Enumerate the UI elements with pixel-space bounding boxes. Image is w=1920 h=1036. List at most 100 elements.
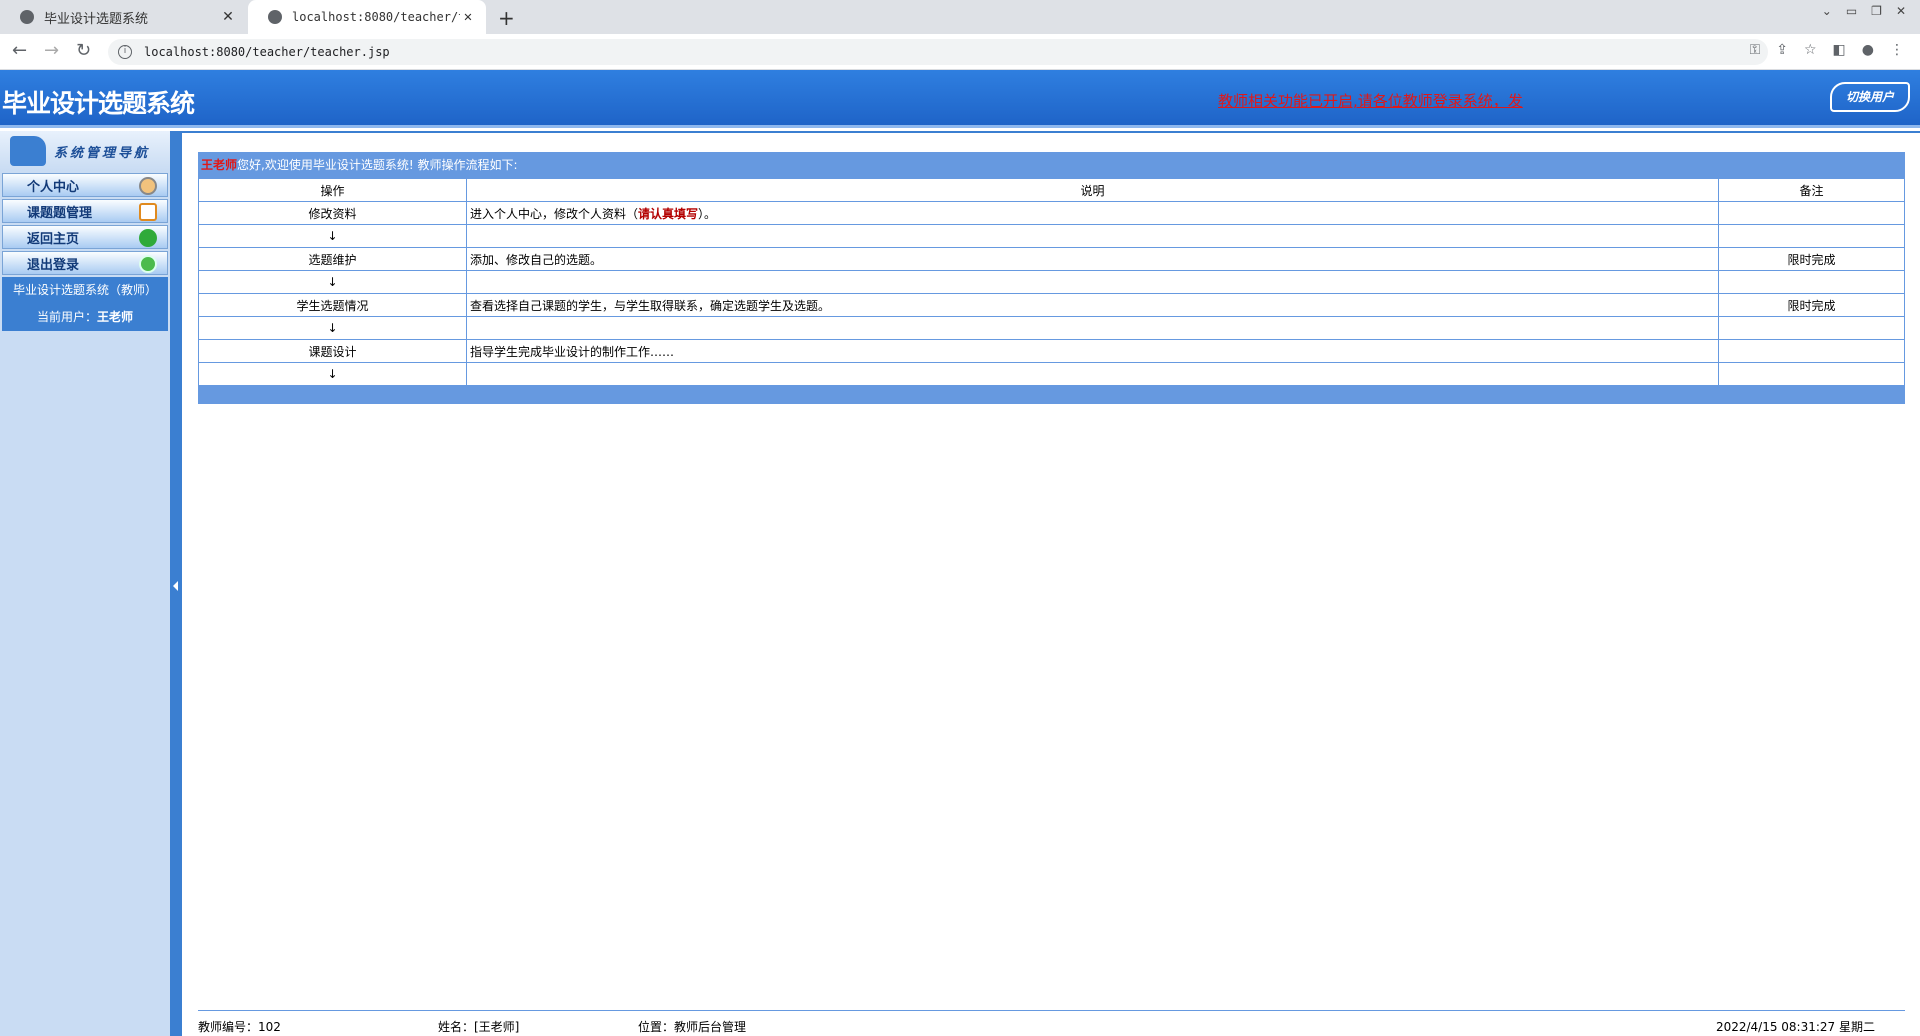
note-cell	[1718, 224, 1905, 248]
new-tab-icon[interactable]: +	[498, 6, 515, 30]
system-label: 毕业设计选题系统（教师）	[12, 283, 157, 297]
sidebar-item-label: 课题题管理	[27, 205, 93, 221]
table-header-row: 操作 说明 备注	[198, 178, 1905, 202]
table-row: ↓	[198, 362, 1905, 386]
table-row: 修改资料 进入个人中心，修改个人资料（请认真填写）。	[198, 201, 1905, 225]
status-footer: 教师编号：102 姓名：[王老师] 位置：教师后台管理 2022/4/15 08…	[198, 1016, 1905, 1036]
op-cell: 修改资料	[198, 201, 467, 225]
table-row: 课题设计 指导学生完成毕业设计的制作工作……	[198, 339, 1905, 363]
welcome-bar: 王老师您好,欢迎使用毕业设计选题系统! 教师操作流程如下:	[198, 152, 1905, 178]
minimize-icon[interactable]: ▭	[1846, 4, 1857, 18]
sidebar-item-logout[interactable]: 退出登录	[2, 251, 168, 275]
panel-footer-bar	[198, 386, 1905, 404]
url-text: localhost:8080/teacher/teacher.jsp	[144, 45, 390, 59]
sidebar-item-label: 返回主页	[27, 231, 80, 247]
main-content: 王老师您好,欢迎使用毕业设计选题系统! 教师操作流程如下: 操作 说明 备注 修…	[182, 131, 1920, 1036]
greeting-name: 王老师	[201, 158, 238, 172]
refresh-icon	[139, 229, 157, 247]
star-icon[interactable]: ☆	[1804, 42, 1817, 58]
forward-icon[interactable]: →	[44, 40, 59, 61]
current-user-prefix: 当前用户：	[36, 310, 97, 324]
sidebar: 系统管理导航 个人中心 课题题管理 返回主页 退出登录 毕业设计选题系统（教师）…	[0, 131, 170, 1036]
location: 位置：教师后台管理	[638, 1020, 747, 1034]
desc-cell: 查看选择自己课题的学生，与学生取得联系，确定选题学生及选题。	[466, 293, 1719, 317]
share-icon[interactable]: ⇪	[1776, 42, 1788, 58]
sidepanel-icon[interactable]: ◧	[1833, 42, 1846, 58]
tab-title: 毕业设计选题系统	[44, 11, 149, 27]
desc-cell	[466, 270, 1719, 294]
computer-icon	[10, 136, 46, 166]
sidebar-item-label: 个人中心	[27, 179, 80, 195]
note-cell	[1718, 362, 1905, 386]
flow-panel: 王老师您好,欢迎使用毕业设计选题系统! 教师操作流程如下: 操作 说明 备注 修…	[198, 152, 1905, 404]
browser-tab-bar: 毕业设计选题系统 ✕ localhost:8080/teacher/teache…	[0, 0, 1920, 34]
sidebar-item-label: 退出登录	[27, 257, 80, 273]
browser-tab-active[interactable]: localhost:8080/teacher/teacher.jsp ✕	[248, 0, 486, 34]
teacher-name: 姓名：[王老师]	[438, 1020, 520, 1034]
collapse-arrow-icon[interactable]	[173, 581, 178, 591]
column-header: 备注	[1718, 178, 1905, 202]
flow-table: 操作 说明 备注 修改资料 进入个人中心，修改个人资料（请认真填写）。 ↓ 选题维护添…	[198, 178, 1905, 386]
footer-divider	[198, 1010, 1905, 1011]
browser-tab[interactable]: 毕业设计选题系统 ✕	[0, 0, 246, 34]
globe-icon	[268, 10, 282, 24]
url-input[interactable]: i localhost:8080/teacher/teacher.jsp	[108, 39, 1768, 65]
note-cell	[1718, 201, 1905, 225]
tab-title: localhost:8080/teacher/teacher.jsp	[292, 10, 460, 24]
op-cell: 课题设计	[198, 339, 467, 363]
teacher-id: 教师编号：102	[198, 1020, 281, 1034]
close-window-icon[interactable]: ✕	[1896, 4, 1906, 18]
reload-icon[interactable]: ↻	[76, 40, 91, 61]
notice-marquee[interactable]: 教师相关功能已开启,请各位教师登录系统，发	[1218, 90, 1523, 111]
note-cell: 限时完成	[1718, 293, 1905, 317]
user-icon	[139, 177, 157, 195]
sidebar-heading: 系统管理导航	[54, 145, 151, 161]
key-icon[interactable]: ⚿	[1750, 42, 1761, 58]
desc-text: 查看选择自己课题的学生，与学生取得联系，确定选题学生及选题。	[470, 298, 831, 313]
note-cell: 限时完成	[1718, 247, 1905, 271]
datetime: 2022/4/15 08:31:27 星期二	[1715, 1020, 1875, 1034]
desc-tail: ）。	[698, 206, 717, 221]
note-cell	[1718, 270, 1905, 294]
restore-icon[interactable]: ❐	[1871, 4, 1882, 18]
note-cell	[1718, 316, 1905, 340]
desc-cell	[466, 316, 1719, 340]
table-row: 选题维护 添加、修改自己的选题。 限时完成	[198, 247, 1905, 271]
desc-text: 添加、修改自己的选题。	[470, 252, 603, 267]
info-icon[interactable]: i	[118, 45, 132, 59]
desc-text: 指导学生完成毕业设计的制作工作……	[470, 344, 675, 359]
profile-icon[interactable]: ●	[1862, 42, 1874, 58]
op-cell: ↓	[198, 362, 467, 386]
sidebar-item-topics[interactable]: 课题题管理	[2, 199, 168, 223]
greeting-text: 您好,欢迎使用毕业设计选题系统! 教师操作流程如下:	[237, 158, 518, 172]
table-row: ↓	[198, 270, 1905, 294]
table-row: ↓	[198, 224, 1905, 248]
op-cell: ↓	[198, 316, 467, 340]
close-icon[interactable]: ✕	[460, 9, 476, 25]
sidebar-item-home[interactable]: 返回主页	[2, 225, 168, 249]
op-cell: ↓	[198, 270, 467, 294]
switch-user-button[interactable]: 切换用户	[1830, 82, 1910, 112]
desc-cell: 添加、修改自己的选题。	[466, 247, 1719, 271]
table-row: 学生选题情况 查看选择自己课题的学生，与学生取得联系，确定选题学生及选题。 限时完成	[198, 293, 1905, 317]
back-icon[interactable]: ←	[12, 40, 27, 61]
note-cell	[1718, 339, 1905, 363]
exit-icon	[139, 255, 157, 273]
menu-icon[interactable]: ⋮	[1890, 42, 1904, 58]
app-header: 毕业设计选题系统 教师相关功能已开启,请各位教师登录系统，发 切换用户	[0, 70, 1920, 128]
sidebar-item-profile[interactable]: 个人中心	[2, 173, 168, 197]
sidebar-splitter[interactable]	[170, 131, 182, 1036]
op-cell: 选题维护	[198, 247, 467, 271]
chevron-down-icon[interactable]: ⌄	[1822, 4, 1832, 18]
current-user: 当前用户：王老师	[2, 304, 168, 331]
desc-cell: 进入个人中心，修改个人资料（请认真填写）。	[466, 201, 1719, 225]
app-title: 毕业设计选题系统	[2, 89, 195, 118]
current-user-name: 王老师	[97, 310, 134, 324]
window-controls: ⌄ ▭ ❐ ✕	[1822, 4, 1906, 18]
address-bar: ← → ↻ i localhost:8080/teacher/teacher.j…	[0, 34, 1920, 70]
desc-cell: 指导学生完成毕业设计的制作工作……	[466, 339, 1719, 363]
sidebar-header: 系统管理导航	[0, 131, 170, 171]
flow-table-body: 修改资料 进入个人中心，修改个人资料（请认真填写）。 ↓ 选题维护 添加、修改自己的选题…	[198, 201, 1905, 386]
op-cell: 学生选题情况	[198, 293, 467, 317]
close-icon[interactable]: ✕	[220, 9, 236, 25]
